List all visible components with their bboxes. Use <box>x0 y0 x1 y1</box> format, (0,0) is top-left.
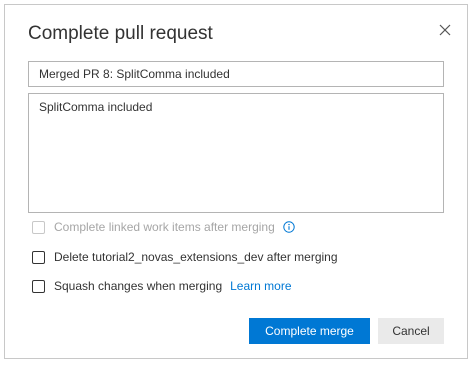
complete-merge-button[interactable]: Complete merge <box>249 318 370 344</box>
delete-branch-option[interactable]: Delete tutorial2_novas_extensions_dev af… <box>32 249 338 265</box>
pr-title-input[interactable] <box>28 61 444 87</box>
close-icon <box>439 24 451 36</box>
squash-option[interactable]: Squash changes when merging Learn more <box>32 278 292 294</box>
squash-label[interactable]: Squash changes when merging <box>54 279 222 293</box>
cancel-button[interactable]: Cancel <box>378 318 444 344</box>
squash-checkbox[interactable] <box>32 279 45 293</box>
complete-work-items-label: Complete linked work items after merging <box>54 220 275 234</box>
complete-pull-request-dialog: Complete pull request SplitComma include… <box>4 4 468 359</box>
dialog-title: Complete pull request <box>28 23 213 44</box>
delete-branch-checkbox[interactable] <box>32 250 45 264</box>
complete-work-items-option: Complete linked work items after merging <box>32 219 295 235</box>
close-button[interactable] <box>433 18 457 42</box>
delete-branch-label[interactable]: Delete tutorial2_novas_extensions_dev af… <box>54 250 338 264</box>
learn-more-link[interactable]: Learn more <box>230 279 291 293</box>
pr-description-textarea[interactable]: SplitComma included <box>28 93 444 213</box>
info-icon[interactable] <box>283 221 295 233</box>
complete-work-items-checkbox <box>32 220 45 234</box>
